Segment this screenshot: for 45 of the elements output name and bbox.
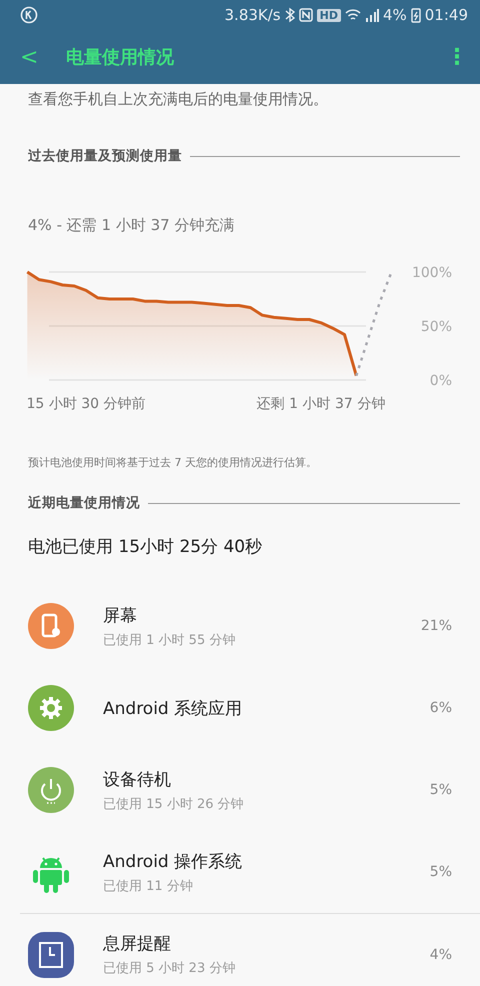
usage-item[interactable]: Android 操作系统 已使用 11 分钟 5% — [0, 831, 480, 913]
usage-percent: 4% — [430, 946, 452, 962]
item-name: 设备待机 — [103, 768, 172, 790]
item-name: 屏幕 — [103, 604, 138, 626]
usage-item[interactable]: 屏幕 已使用 1 小时 55 分钟 21% — [0, 585, 480, 667]
battery-charging-icon — [410, 7, 421, 23]
phone-settings-icon — [28, 603, 74, 649]
usage-percent: 21% — [420, 618, 452, 634]
wifi-icon — [344, 8, 361, 22]
axis-label: 50% — [420, 319, 452, 335]
usage-percent: 5% — [430, 864, 452, 880]
usage-duration: 已使用 11 分钟 — [103, 878, 194, 894]
section-header: 过去使用量及预测使用量 — [28, 147, 182, 165]
screen-title: 电量使用情况 — [66, 46, 175, 69]
description-text: 查看您手机自上次充满电后的电量使用情况。 — [28, 90, 329, 109]
axis-label: 100% — [412, 265, 452, 281]
usage-duration: 已使用 15 小时 26 分钟 — [103, 796, 245, 812]
clock-screen-icon — [28, 932, 74, 978]
axis-label: 0% — [430, 373, 452, 389]
usage-item[interactable]: 设备待机 已使用 15 小时 26 分钟 5% — [0, 749, 480, 831]
item-name: Android 系统应用 — [103, 698, 244, 720]
axis-label: 15 小时 30 分钟前 — [26, 396, 146, 412]
usage-item[interactable]: Android 系统应用 6% — [0, 667, 480, 749]
axis-label: 还剩 1 小时 37 分钟 — [256, 396, 386, 412]
item-name: 息屏提醒 — [103, 933, 172, 955]
clock-time: 01:49 — [424, 6, 468, 24]
section-header: 近期电量使用情况 — [28, 494, 140, 512]
total-usage-time: 电池已使用 15小时 25分 40秒 — [27, 536, 264, 559]
bluetooth-icon — [284, 7, 295, 23]
battery-percent: 4% — [382, 6, 407, 24]
charge-status: 4% - 还需 1 小时 37 分钟充满 — [27, 215, 236, 236]
app-logo-icon — [20, 6, 38, 24]
hd-badge: HD — [316, 8, 341, 22]
estimate-note: 预计电池使用时间将基于过去 7 天您的使用情况进行估算。 — [27, 455, 318, 471]
usage-percent: 5% — [430, 782, 452, 798]
usage-duration: 已使用 1 小时 55 分钟 — [103, 632, 236, 648]
item-name: Android 操作系统 — [103, 850, 244, 872]
network-speed: 3.83K/s — [224, 6, 281, 24]
signal-icon — [364, 8, 379, 22]
usage-item[interactable]: 息屏提醒 已使用 5 小时 23 分钟 4% — [20, 913, 480, 986]
gear-icon — [28, 685, 74, 731]
power-icon — [28, 767, 74, 813]
nfc-icon — [298, 8, 313, 22]
usage-percent: 6% — [430, 700, 452, 716]
usage-duration: 已使用 5 小时 23 分钟 — [103, 960, 236, 977]
